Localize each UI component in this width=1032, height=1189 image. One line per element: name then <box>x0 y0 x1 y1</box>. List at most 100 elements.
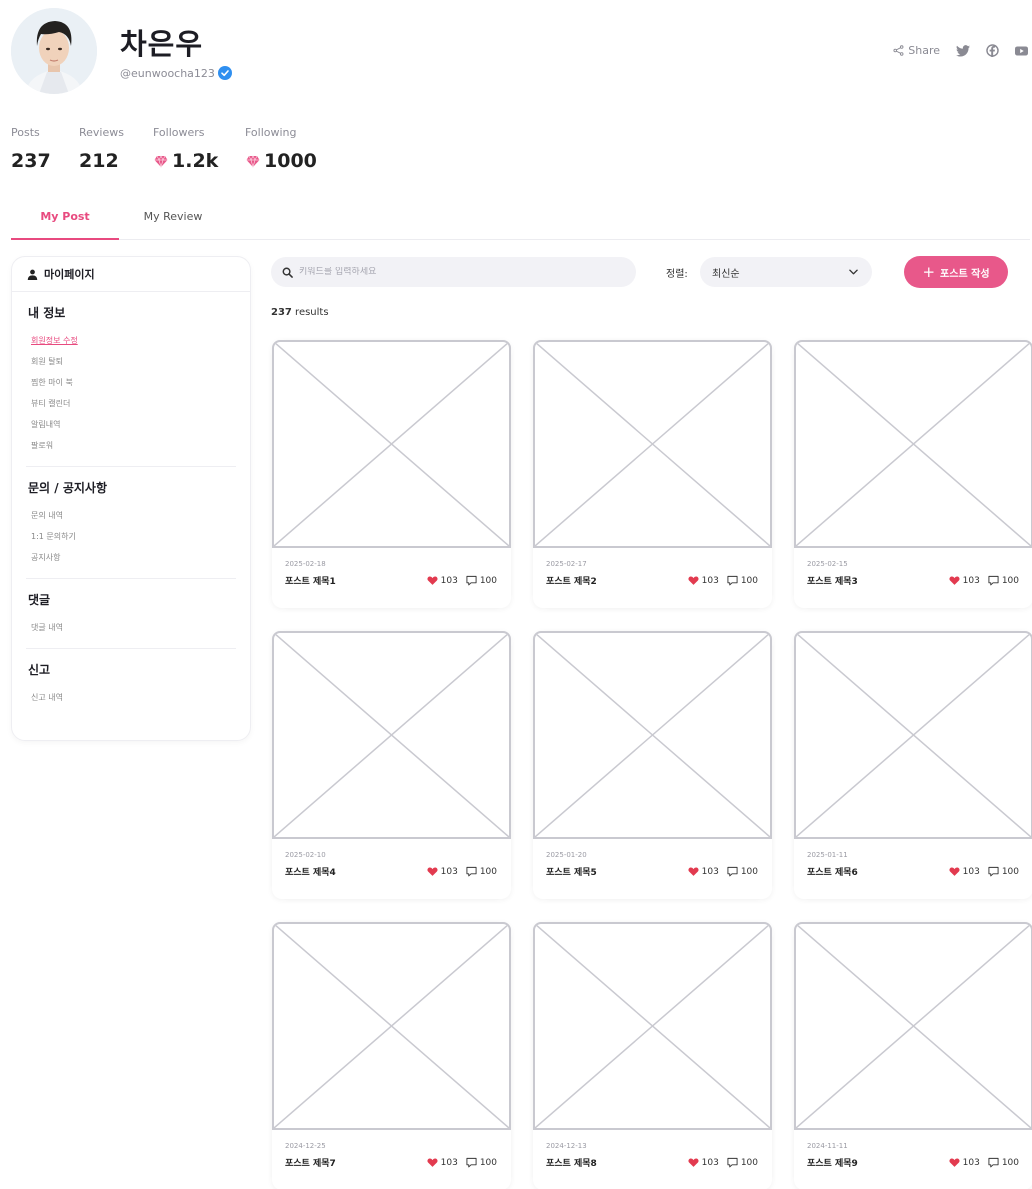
like-count[interactable]: 103 <box>688 1157 719 1168</box>
comment-count-value: 100 <box>740 1157 758 1168</box>
sidebar-item-report-history[interactable]: 신고 내역 <box>28 687 236 708</box>
post-title: 포스트 제목9 <box>807 1159 858 1169</box>
chevron-down-icon <box>849 269 858 275</box>
comment-count-value: 100 <box>479 575 497 586</box>
search-input[interactable] <box>299 267 619 277</box>
sidebar-item-my-book[interactable]: 찜한 마이 북 <box>28 372 236 393</box>
image-placeholder-icon <box>274 924 509 1128</box>
like-count[interactable]: 103 <box>949 575 980 586</box>
like-count[interactable]: 103 <box>427 1157 458 1168</box>
comment-count-value: 100 <box>1001 866 1019 877</box>
results-count: 237 results <box>271 307 329 318</box>
write-post-label: 포스트 작성 <box>940 268 990 280</box>
post-date: 2025-01-20 <box>546 851 587 859</box>
comment-count[interactable]: 100 <box>466 575 497 586</box>
post-date: 2024-11-11 <box>807 1142 848 1150</box>
stat-value: 1000 <box>245 150 325 172</box>
comment-count[interactable]: 100 <box>727 866 758 877</box>
heart-icon <box>949 867 960 876</box>
post-title: 포스트 제목6 <box>807 868 858 878</box>
sidebar-item-notice[interactable]: 공지사항 <box>28 547 236 568</box>
comment-icon <box>727 1157 738 1168</box>
sidebar-item-beauty-calendar[interactable]: 뷰티 캘린더 <box>28 393 236 414</box>
stat-label: Followers <box>153 126 205 139</box>
like-count[interactable]: 103 <box>688 575 719 586</box>
comment-count-value: 100 <box>479 1157 497 1168</box>
stat-followers[interactable]: Followers 1.2k <box>153 126 219 172</box>
comment-icon <box>988 866 999 877</box>
image-placeholder-icon <box>535 924 770 1128</box>
like-count-value: 103 <box>701 1157 719 1168</box>
post-thumbnail-placeholder <box>533 922 772 1130</box>
sidebar-item-notifications[interactable]: 알림내역 <box>28 414 236 435</box>
comment-count-value: 100 <box>740 866 758 877</box>
verified-badge-icon <box>217 66 232 80</box>
like-count[interactable]: 103 <box>427 575 458 586</box>
comment-icon <box>988 1157 999 1168</box>
image-placeholder-icon <box>796 924 1031 1128</box>
like-count[interactable]: 103 <box>688 866 719 877</box>
comment-count[interactable]: 100 <box>988 866 1019 877</box>
comment-icon <box>727 866 738 877</box>
share-icon <box>893 45 904 56</box>
comment-count[interactable]: 100 <box>988 1157 1019 1168</box>
comment-count[interactable]: 100 <box>466 1157 497 1168</box>
like-count[interactable]: 103 <box>949 1157 980 1168</box>
write-post-button[interactable]: + 포스트 작성 <box>904 256 1008 288</box>
post-card[interactable]: 2025-02-15 포스트 제목3 103 100 <box>794 340 1032 608</box>
post-title: 포스트 제목4 <box>285 868 336 878</box>
facebook-icon[interactable] <box>986 44 999 57</box>
post-thumbnail-placeholder <box>794 922 1032 1130</box>
comment-count[interactable]: 100 <box>727 1157 758 1168</box>
profile-name: 차은우 <box>120 27 204 61</box>
plus-icon: + <box>922 262 936 281</box>
avatar <box>11 8 97 94</box>
youtube-icon[interactable] <box>1015 45 1028 56</box>
stat-posts[interactable]: Posts 237 <box>11 126 53 172</box>
sidebar-section-report: 신고 신고 내역 <box>26 649 236 718</box>
sidebar-item-comment-history[interactable]: 댓글 내역 <box>28 617 236 638</box>
like-count-value: 103 <box>701 866 719 877</box>
post-card[interactable]: 2025-01-20 포스트 제목5 103 100 <box>533 631 772 899</box>
stat-label: Posts <box>11 126 40 139</box>
share-label: Share <box>908 44 940 57</box>
image-placeholder-icon <box>535 342 770 546</box>
heart-icon <box>427 1158 438 1167</box>
comment-count[interactable]: 100 <box>466 866 497 877</box>
comment-count[interactable]: 100 <box>988 575 1019 586</box>
sidebar-section-inquiry: 문의 / 공지사항 문의 내역 1:1 문의하기 공지사항 <box>26 467 236 579</box>
comment-count[interactable]: 100 <box>727 575 758 586</box>
like-count-value: 103 <box>440 866 458 877</box>
sidebar-item-edit-profile[interactable]: 회원정보 수정 <box>28 330 236 351</box>
comment-count-value: 100 <box>479 866 497 877</box>
post-card[interactable]: 2025-02-10 포스트 제목4 103 100 <box>272 631 511 899</box>
tab-my-review[interactable]: My Review <box>119 200 227 239</box>
sort-select[interactable]: 최신순 <box>700 257 872 287</box>
like-count[interactable]: 103 <box>427 866 458 877</box>
tab-my-post[interactable]: My Post <box>11 200 119 240</box>
sidebar-header[interactable]: 마이페이지 <box>12 257 250 292</box>
post-title: 포스트 제목1 <box>285 577 336 587</box>
like-count-value: 103 <box>962 866 980 877</box>
post-card[interactable]: 2024-12-13 포스트 제목8 103 100 <box>533 922 772 1189</box>
twitter-icon[interactable] <box>956 44 970 57</box>
post-card[interactable]: 2025-01-11 포스트 제목6 103 100 <box>794 631 1032 899</box>
post-card[interactable]: 2025-02-18 포스트 제목1 103 100 <box>272 340 511 608</box>
stat-reviews[interactable]: Reviews 212 <box>79 126 127 172</box>
post-thumbnail-placeholder <box>794 340 1032 548</box>
share-bar: Share <box>893 44 1028 57</box>
post-card[interactable]: 2024-12-25 포스트 제목7 103 100 <box>272 922 511 1189</box>
like-count[interactable]: 103 <box>949 866 980 877</box>
sidebar-item-inquiry-history[interactable]: 문의 내역 <box>28 505 236 526</box>
tab-bar: My Post My Review <box>11 200 1030 240</box>
heart-icon <box>688 867 699 876</box>
post-card[interactable]: 2025-02-17 포스트 제목2 103 100 <box>533 340 772 608</box>
post-card[interactable]: 2024-11-11 포스트 제목9 103 100 <box>794 922 1032 1189</box>
stat-following[interactable]: Following 1000 <box>245 126 325 172</box>
image-placeholder-icon <box>796 633 1031 837</box>
sidebar-item-followers[interactable]: 팔로워 <box>28 435 236 456</box>
sidebar-item-withdraw[interactable]: 회원 탈퇴 <box>28 351 236 372</box>
share-button[interactable]: Share <box>893 44 940 57</box>
sidebar-item-one-on-one[interactable]: 1:1 문의하기 <box>28 526 236 547</box>
post-thumbnail-placeholder <box>533 340 772 548</box>
